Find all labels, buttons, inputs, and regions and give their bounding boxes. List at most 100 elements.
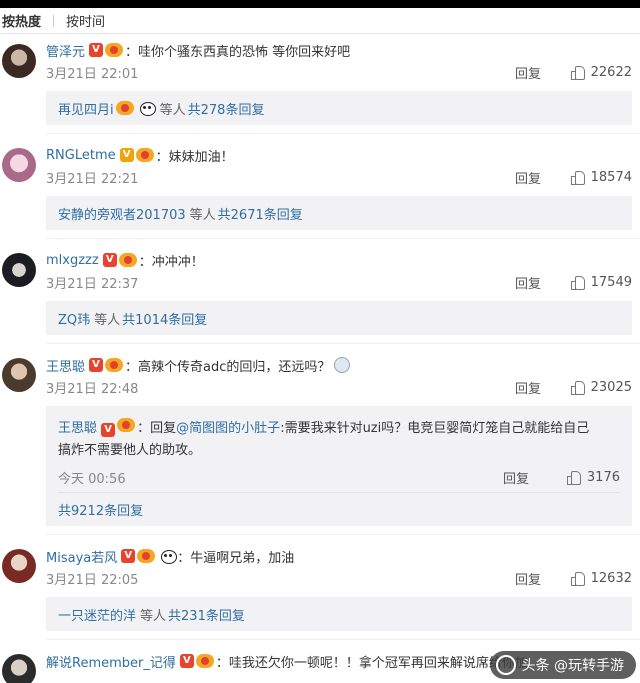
reply-user-link[interactable]: 一只迷茫的洋 <box>58 605 136 624</box>
vip-badge-icon <box>195 654 214 668</box>
sub-reply: 王思聪 V ：回复@简图图的小肚子:需要我来针对uzi吗？电竞巨婴简灯笼自己就能给… <box>58 412 620 492</box>
comment-header: mlxgzzz V ：冲冲冲！ <box>46 249 640 271</box>
top-bar <box>0 0 640 8</box>
like-count: 22622 <box>590 64 632 80</box>
avatar[interactable] <box>2 654 36 683</box>
reply-button[interactable]: 回复 <box>515 168 541 187</box>
thumb-up-icon <box>566 470 581 485</box>
sub-reply-line1: :需要我来针对uzi吗？电竞巨婴简灯笼自己就能给自己 <box>280 421 590 436</box>
like-button[interactable]: 3176 <box>566 469 620 485</box>
tab-sort-time[interactable]: 按时间 <box>66 11 117 30</box>
watermark: 头条 @玩转手游 <box>489 651 636 679</box>
comment-text: ：高辣个传奇adc的回归，还远吗？ <box>125 359 331 375</box>
verified-badge-icon: V <box>102 253 117 267</box>
vip-badge-icon <box>135 148 154 162</box>
verified-badge-icon: V <box>119 148 134 162</box>
etc-people-label: 等人 <box>159 102 186 118</box>
face-emoji-icon <box>334 357 351 373</box>
reply-button[interactable]: 回复 <box>515 273 541 292</box>
comment-header: 管泽元 V ：哇你个骚东西真的恐怖 等你回来好吧 <box>46 39 640 61</box>
comment-header: 王思聪 V ：高辣个传奇adc的回归，还远吗？ <box>46 354 640 376</box>
sub-reply-time: 今天 00:56 <box>58 471 126 487</box>
verified-badge-icon: V <box>89 43 104 57</box>
reply-button[interactable]: 回复 <box>515 569 541 588</box>
comment-meta: 3月21日 22:21 回复 18574 <box>46 166 640 188</box>
sort-bar: 按热度 按时间 <box>0 8 640 34</box>
reply-user-link[interactable]: 安静的旁观者201703 <box>58 204 186 223</box>
comment-time: 3月21日 22:37 <box>46 276 139 292</box>
comment-item: mlxgzzz V ：冲冲冲！ 3月21日 22:37 回复 17549 ZQ玮… <box>0 239 640 344</box>
sub-reply-meta: 今天 00:56 回复 3176 <box>58 462 620 492</box>
verified-badge-icon: V <box>101 423 116 437</box>
comment-text: ：牛逼啊兄弟，加油 <box>177 550 295 566</box>
comment-meta: 3月21日 22:01 回复 22622 <box>46 61 640 83</box>
reply-count-link[interactable]: 共278条回复 <box>188 99 265 118</box>
thumb-up-icon <box>570 65 585 80</box>
reply-count-link[interactable]: 共2671条回复 <box>218 204 303 223</box>
like-count: 17549 <box>590 274 632 290</box>
avatar[interactable] <box>2 358 36 392</box>
reply-user-link[interactable]: 再见四月i <box>58 99 114 118</box>
thumb-up-icon <box>570 275 585 290</box>
username[interactable]: Misaya若风 <box>46 547 117 566</box>
tab-sort-hot[interactable]: 按热度 <box>2 11 53 30</box>
comment-time: 3月21日 22:48 <box>46 381 139 397</box>
like-count: 18574 <box>590 169 632 185</box>
comment-time: 3月21日 22:01 <box>46 66 139 82</box>
thumb-up-icon <box>570 571 585 586</box>
reply-count-link[interactable]: 共231条回复 <box>168 605 245 624</box>
comment-item: 王思聪 V ：高辣个传奇adc的回归，还远吗？ 3月21日 22:48 回复 2… <box>0 344 640 535</box>
like-button[interactable]: 18574 <box>570 169 632 185</box>
etc-people-label: 等人 <box>189 207 216 223</box>
avatar[interactable] <box>2 44 36 78</box>
comment-text: ：妹妹加油！ <box>155 149 234 165</box>
avatar[interactable] <box>2 549 36 583</box>
reply-count-link[interactable]: 共9212条回复 <box>58 500 143 519</box>
comment-text: ：冲冲冲！ <box>138 254 204 270</box>
watermark-text: 头条 @玩转手游 <box>521 658 624 674</box>
reply-user-link[interactable]: ZQ玮 <box>58 309 90 328</box>
panda-emoji-icon <box>138 100 156 116</box>
reply-button[interactable]: 回复 <box>515 63 541 82</box>
verified-badge-icon: V <box>179 654 194 668</box>
comment-header: Misaya若风 V ：牛逼啊兄弟，加油 <box>46 545 640 567</box>
sub-reply-prefix: ：回复 <box>137 421 177 436</box>
comment-meta: 3月21日 22:48 回复 23025 <box>46 376 640 398</box>
toutiao-logo-icon <box>495 655 516 675</box>
avatar[interactable] <box>2 253 36 287</box>
comment-time: 3月21日 22:21 <box>46 171 139 187</box>
reply-button[interactable]: 回复 <box>503 468 529 487</box>
comment-item: Misaya若风 V ：牛逼啊兄弟，加油 3月21日 22:05 回复 1263… <box>0 535 640 640</box>
reply-summary: ZQ玮 等人 共1014条回复 <box>46 301 632 335</box>
sub-reply-line2: 搞炸不需要他人的助攻。 <box>58 443 202 458</box>
reply-thread: 王思聪 V ：回复@简图图的小肚子:需要我来针对uzi吗？电竞巨婴简灯笼自己就能给… <box>46 406 632 526</box>
mention-link[interactable]: @简图图的小肚子 <box>176 421 280 436</box>
username[interactable]: RNGLetme <box>46 148 116 163</box>
verified-badge-icon: V <box>121 549 136 563</box>
vip-badge-icon <box>137 549 156 563</box>
reply-button[interactable]: 回复 <box>515 378 541 397</box>
sub-reply-text: 王思聪 V ：回复@简图图的小肚子:需要我来针对uzi吗？电竞巨婴简灯笼自己就能给… <box>58 418 620 440</box>
like-count: 3176 <box>586 469 620 485</box>
username[interactable]: 王思聪 <box>46 356 85 375</box>
like-count: 23025 <box>590 379 632 395</box>
avatar[interactable] <box>2 148 36 182</box>
panda-emoji-icon <box>159 548 178 564</box>
like-button[interactable]: 22622 <box>570 64 632 80</box>
reply-count-link[interactable]: 共1014条回复 <box>122 309 207 328</box>
sub-reply-user[interactable]: 王思聪 <box>58 421 97 436</box>
like-count: 12632 <box>590 570 632 586</box>
like-button[interactable]: 23025 <box>570 379 632 395</box>
vip-badge-icon <box>118 253 137 267</box>
username[interactable]: 管泽元 <box>46 41 85 60</box>
username[interactable]: 解说Remember_记得 <box>46 652 176 671</box>
username[interactable]: mlxgzzz <box>46 253 99 268</box>
comment-meta: 3月21日 22:37 回复 17549 <box>46 271 640 293</box>
vip-badge-icon <box>115 101 134 115</box>
thumb-up-icon <box>570 170 585 185</box>
thumb-up-icon <box>570 380 585 395</box>
comment-item: RNGLetme V ：妹妹加油！ 3月21日 22:21 回复 18574 安… <box>0 134 640 239</box>
like-button[interactable]: 12632 <box>570 570 632 586</box>
divider <box>53 14 55 27</box>
like-button[interactable]: 17549 <box>570 274 632 290</box>
